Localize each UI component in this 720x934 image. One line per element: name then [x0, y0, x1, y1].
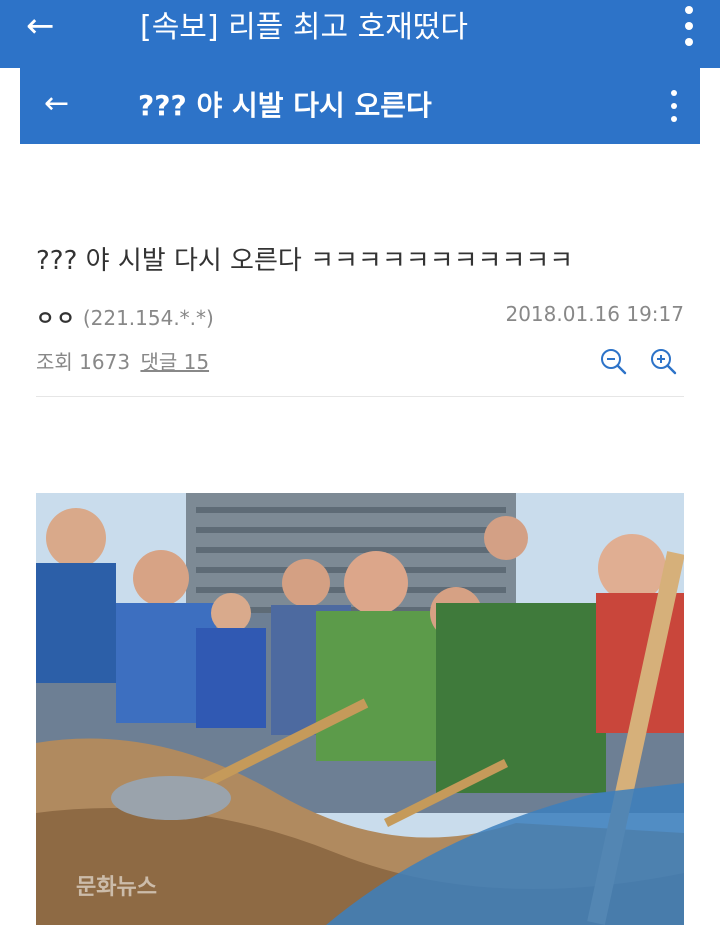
zoom-in-icon[interactable] — [648, 346, 678, 376]
inner-title: ??? 야 시발 다시 오른다 — [138, 89, 432, 122]
divider — [36, 396, 684, 397]
post-date: 2018.01.16 19:17 — [505, 302, 684, 326]
post-stats-row: 조회 1673 댓글 15 — [36, 346, 209, 375]
author-ip: (221.154.*.*) — [82, 306, 214, 330]
more-options-icon[interactable] — [670, 90, 678, 122]
outer-title: [속보] 리플 최고 호재떴다 — [140, 10, 469, 45]
comments-link[interactable]: 댓글 15 — [140, 350, 209, 374]
back-arrow-icon[interactable]: ← — [44, 86, 69, 122]
photo-illustration — [36, 493, 684, 925]
outer-app-bar: ← [속보] 리플 최고 호재떴다 — [0, 0, 720, 68]
inner-app-bar: ← ??? 야 시발 다시 오른다 — [20, 68, 700, 144]
post-meta-author-row: ㅇㅇ (221.154.*.*) 2018.01.16 19:17 — [36, 302, 684, 330]
photo-watermark: 문화뉴스 — [76, 875, 157, 900]
back-arrow-icon[interactable]: ← — [26, 6, 55, 46]
post-title: ??? 야 시발 다시 오른다 ㅋㅋㅋㅋㅋㅋㅋㅋㅋㅋㅋ — [36, 246, 574, 276]
author-name[interactable]: ㅇㅇ — [36, 306, 77, 330]
zoom-out-icon[interactable] — [598, 346, 628, 376]
post-photo[interactable]: 문화뉴스 — [36, 493, 684, 925]
views-count: 1673 — [79, 350, 131, 374]
more-options-icon[interactable] — [684, 6, 694, 46]
views-label: 조회 — [36, 350, 73, 374]
